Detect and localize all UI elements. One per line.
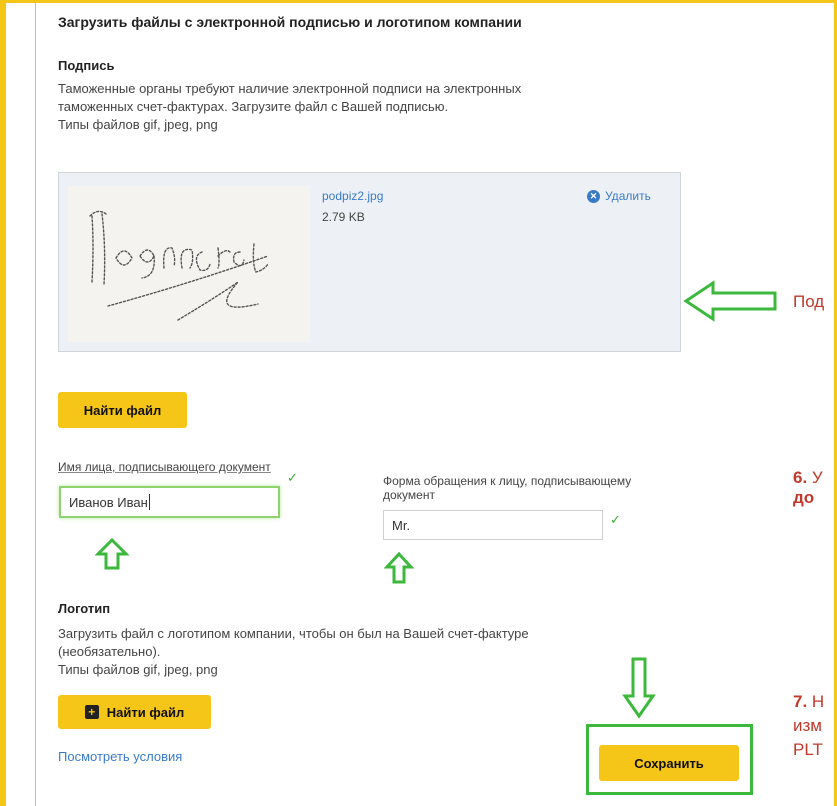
signature-annotation-text: Под bbox=[793, 292, 825, 311]
arrow-up-icon bbox=[384, 551, 414, 584]
content-divider bbox=[35, 0, 36, 806]
signature-thumbnail bbox=[68, 186, 310, 342]
signer-name-check-icon: ✓ bbox=[287, 470, 298, 485]
save-button[interactable]: Сохранить bbox=[599, 745, 739, 781]
signer-form-label: Форма обращения к лицу, подписывающему д… bbox=[383, 474, 632, 502]
text-cursor bbox=[148, 494, 150, 510]
close-icon: ✕ bbox=[587, 189, 600, 203]
delete-label: Удалить bbox=[605, 189, 651, 203]
arrow-down-icon bbox=[622, 657, 656, 719]
step7-annotation: 7. Н изм PLT bbox=[793, 692, 825, 759]
logo-heading: Логотип bbox=[58, 601, 111, 616]
delete-signature-button[interactable]: ✕ Удалить bbox=[587, 189, 651, 203]
section-title: Загрузить файлы с электронной подписью и… bbox=[58, 14, 522, 30]
find-logo-file-button[interactable]: + Найти файл bbox=[58, 695, 211, 729]
arrow-up-icon bbox=[95, 537, 129, 570]
signer-name-input[interactable]: Иванов Иван bbox=[59, 486, 280, 518]
step6-annotation: 6. У до bbox=[793, 468, 823, 507]
plus-icon: + bbox=[84, 705, 99, 719]
logo-description: Загрузить файл с логотипом компании, что… bbox=[58, 626, 529, 677]
signature-heading: Подпись bbox=[58, 58, 115, 73]
signature-file-name[interactable]: podpiz2.jpg bbox=[322, 189, 383, 203]
signer-form-check-icon: ✓ bbox=[610, 512, 621, 527]
view-terms-link[interactable]: Посмотреть условия bbox=[58, 749, 182, 764]
find-signature-file-button[interactable]: Найти файл bbox=[58, 392, 187, 428]
signer-salutation-input[interactable]: Mr. bbox=[383, 510, 603, 540]
signature-file-size: 2.79 KB bbox=[322, 210, 365, 224]
signature-image bbox=[68, 186, 310, 342]
signer-name-label: Имя лица, подписывающего документ bbox=[58, 460, 271, 474]
signature-description: Таможенные органы требуют наличие электр… bbox=[58, 81, 522, 132]
left-border bbox=[0, 0, 6, 806]
arrow-left-icon bbox=[683, 280, 777, 322]
